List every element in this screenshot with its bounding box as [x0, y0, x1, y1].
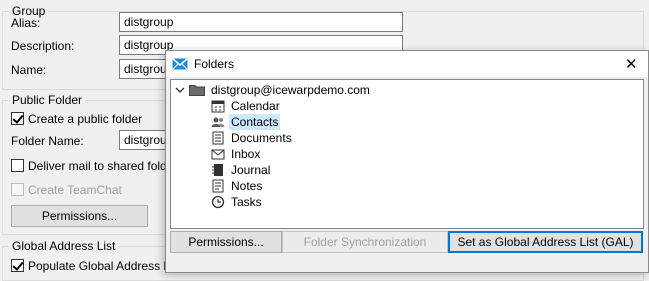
create-public-folder-checkbox[interactable] — [11, 112, 24, 125]
alias-field[interactable]: distgroup — [119, 12, 403, 32]
notes-icon — [211, 179, 225, 193]
tree-item-label[interactable]: Documents — [229, 130, 294, 146]
journal-icon — [211, 163, 225, 177]
inbox-icon — [211, 147, 225, 161]
tree-item-label[interactable]: Inbox — [229, 146, 262, 162]
create-public-folder-label[interactable]: Create a public folder — [28, 112, 142, 126]
create-teamchat-label[interactable]: Create TeamChat — [28, 183, 122, 197]
root-account-label[interactable]: distgroup@icewarpdemo.com — [211, 82, 370, 98]
calendar-icon — [211, 99, 225, 113]
tree-item-label[interactable]: Notes — [229, 178, 264, 194]
folder-icon — [189, 84, 205, 96]
tree-item-label[interactable]: Journal — [229, 162, 272, 178]
dialog-title-bar[interactable]: Folders ✕ — [166, 51, 648, 77]
folder-name-label: Folder Name: — [11, 134, 84, 148]
documents-icon — [211, 131, 225, 145]
tree-item-label[interactable]: Contacts — [229, 114, 281, 130]
tree-item-label[interactable]: Tasks — [229, 194, 264, 210]
public-folder-permissions-button[interactable]: Permissions... — [11, 205, 148, 227]
description-label: Description: — [11, 39, 75, 53]
deliver-mail-label[interactable]: Deliver mail to shared folder ( — [28, 159, 185, 173]
close-icon[interactable]: ✕ — [625, 55, 638, 73]
chevron-down-icon[interactable] — [175, 82, 185, 98]
public-folder-legend: Public Folder — [12, 93, 83, 107]
gal-legend: Global Address List — [12, 239, 116, 253]
folders-dialog: Folders ✕ distgroup@icewarpdemo.com Cale… — [165, 50, 649, 273]
folders-app-icon — [172, 56, 188, 72]
dialog-title: Folders — [194, 57, 235, 71]
tree-item-label[interactable]: Calendar — [229, 98, 282, 114]
dialog-permissions-button[interactable]: Permissions... — [170, 231, 282, 253]
populate-gal-checkbox[interactable] — [11, 259, 24, 272]
create-teamchat-checkbox[interactable] — [11, 183, 24, 196]
contacts-icon — [211, 115, 225, 129]
folder-tree[interactable]: distgroup@icewarpdemo.com Calendar Conta… — [170, 79, 644, 229]
set-as-gal-button[interactable]: Set as Global Address List (GAL) — [448, 231, 643, 253]
folder-synchronization-button[interactable]: Folder Synchronization — [282, 231, 448, 253]
deliver-mail-checkbox[interactable] — [11, 159, 24, 172]
alias-label: Alias: — [11, 16, 41, 30]
tasks-icon — [211, 195, 225, 209]
name-label: Name: — [11, 63, 47, 77]
